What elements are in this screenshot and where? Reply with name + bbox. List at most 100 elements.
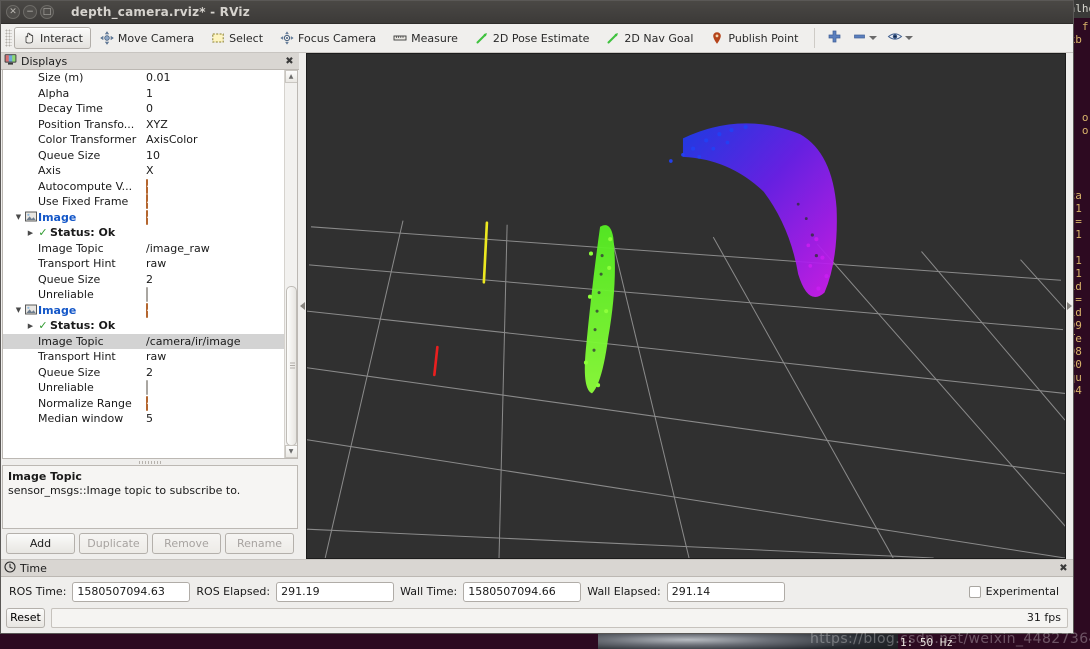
tool-2d-pose-estimate-label: 2D Pose Estimate xyxy=(492,31,590,45)
window-minimize-button[interactable]: − xyxy=(23,5,37,19)
display-property-row[interactable]: Image Topic/image_raw xyxy=(3,241,284,257)
display-property-row[interactable]: ▶ ✓ Status: Ok xyxy=(3,318,284,334)
display-property-row[interactable]: Use Fixed Frame xyxy=(3,194,284,210)
checkbox-checked-icon[interactable] xyxy=(146,178,148,194)
property-checkbox[interactable] xyxy=(146,380,148,396)
reset-button[interactable]: Reset xyxy=(6,607,45,628)
display-property-row[interactable]: Image Topic/camera/ir/image xyxy=(3,333,284,349)
tool-publish-point-button[interactable]: Publish Point xyxy=(702,27,806,49)
expand-collapse-down-icon[interactable]: ▼ xyxy=(13,306,24,314)
ros-elapsed-input[interactable] xyxy=(276,581,395,602)
property-value: /image_raw xyxy=(146,241,210,255)
tool-2d-pose-estimate-button[interactable]: 2D Pose Estimate xyxy=(467,27,598,49)
property-checkbox[interactable] xyxy=(146,178,148,194)
display-property-row[interactable]: Autocompute V... xyxy=(3,178,284,195)
experimental-toggle[interactable]: Experimental xyxy=(968,585,1065,598)
display-property-row[interactable]: Size (m) 0.01 xyxy=(3,70,284,86)
property-checkbox[interactable] xyxy=(146,194,148,210)
tool-move-camera-label: Move Camera xyxy=(117,31,195,45)
window-maximize-button[interactable]: □ xyxy=(40,5,54,19)
time-panel-close-icon[interactable]: ✖ xyxy=(1057,563,1070,574)
rviz-main-window: ✕ − □ depth_camera.rviz* - RViz Interact… xyxy=(0,0,1074,634)
property-checkbox[interactable] xyxy=(146,209,148,225)
display-property-row[interactable]: Alpha 1 xyxy=(3,86,284,102)
checkbox-checked-icon[interactable] xyxy=(146,395,148,411)
scroll-down-button[interactable]: ▼ xyxy=(284,445,297,458)
toolbar-drag-grip[interactable] xyxy=(5,29,12,47)
expand-collapse-right-icon[interactable]: ▶ xyxy=(25,322,36,330)
display-property-row[interactable]: Transport Hint raw xyxy=(3,256,284,272)
displays-panel-close-icon[interactable]: ✖ xyxy=(283,55,296,68)
property-name: Position Transfo... xyxy=(38,117,135,131)
display-property-row[interactable]: Unreliable xyxy=(3,287,284,303)
property-name: Image Topic xyxy=(38,334,104,348)
3d-render-view[interactable] xyxy=(306,53,1066,559)
tool-measure-button[interactable]: Measure xyxy=(385,27,466,49)
visibility-button[interactable] xyxy=(882,27,918,49)
remove-tool-button[interactable] xyxy=(847,27,882,49)
display-property-row[interactable]: Color Transformer AxisColor xyxy=(3,132,284,148)
ros-time-input[interactable] xyxy=(72,581,191,602)
toolbar-separator xyxy=(814,28,816,48)
description-title: Image Topic xyxy=(8,470,82,483)
property-name: Autocompute V... xyxy=(38,179,133,193)
display-property-row[interactable]: ▼ Image xyxy=(3,302,284,319)
ros-time-label: ROS Time: xyxy=(9,585,67,598)
display-property-row[interactable]: Transport Hint raw xyxy=(3,349,284,365)
wall-time-label: Wall Time: xyxy=(400,585,458,598)
add-display-button[interactable]: Add xyxy=(6,533,75,554)
property-value: 10 xyxy=(146,148,160,162)
property-checkbox[interactable] xyxy=(146,395,148,411)
property-checkbox[interactable] xyxy=(146,287,148,303)
tool-2d-nav-goal-button[interactable]: 2D Nav Goal xyxy=(598,27,701,49)
displays-tree[interactable]: Size (m) 0.01 Alpha 1 Decay Time 0 Position Tr… xyxy=(3,70,284,458)
checkbox-checked-icon[interactable] xyxy=(146,194,148,210)
display-property-row[interactable]: Unreliable xyxy=(3,380,284,396)
tool-publish-point-label: Publish Point xyxy=(728,31,799,45)
checkbox-checked-icon[interactable] xyxy=(146,209,148,225)
eye-icon xyxy=(887,29,903,47)
display-property-row[interactable]: Median window 5 xyxy=(3,411,284,427)
displays-action-buttons: Add Duplicate Remove Rename xyxy=(1,529,299,559)
experimental-checkbox[interactable] xyxy=(968,585,981,598)
window-titlebar: ✕ − □ depth_camera.rviz* - RViz xyxy=(1,1,1073,24)
property-name: Queue Size xyxy=(38,365,101,379)
checkbox-unchecked-icon[interactable] xyxy=(146,380,148,396)
remove-display-button[interactable]: Remove xyxy=(152,533,221,554)
tool-interact-label: Interact xyxy=(40,31,83,45)
wall-elapsed-input[interactable] xyxy=(666,581,785,602)
remove-tool-chevron-down-icon[interactable] xyxy=(869,36,878,40)
duplicate-display-button[interactable]: Duplicate xyxy=(79,533,148,554)
checkbox-checked-icon[interactable] xyxy=(146,302,148,318)
tool-move-camera-button[interactable]: Move Camera xyxy=(92,27,202,49)
display-property-row[interactable]: Position Transfo... XYZ xyxy=(3,117,284,133)
tool-select-button[interactable]: Select xyxy=(203,27,271,49)
tool-focus-camera-button[interactable]: Focus Camera xyxy=(272,27,384,49)
scroll-up-button[interactable]: ▲ xyxy=(284,70,297,83)
property-value: raw xyxy=(146,257,167,271)
visibility-chevron-down-icon[interactable] xyxy=(905,36,914,40)
display-property-row[interactable]: Queue Size 10 xyxy=(3,148,284,164)
wall-time-input[interactable] xyxy=(463,581,582,602)
display-property-row[interactable]: ▶ ✓ Status: Ok xyxy=(3,225,284,241)
left-panel-collapse-handle[interactable] xyxy=(299,53,306,559)
display-property-row[interactable]: Queue Size 2 xyxy=(3,272,284,288)
checkbox-unchecked-icon[interactable] xyxy=(146,287,148,303)
right-panel-collapse-handle[interactable] xyxy=(1066,53,1073,559)
expand-collapse-down-icon[interactable]: ▼ xyxy=(13,213,24,221)
display-property-row[interactable]: Queue Size 2 xyxy=(3,365,284,381)
displays-scrollbar[interactable]: ▲ ▼ xyxy=(284,70,297,458)
move-camera-icon xyxy=(100,31,114,45)
window-close-button[interactable]: ✕ xyxy=(6,5,20,19)
map-pin-icon xyxy=(710,31,724,45)
scrollbar-thumb[interactable] xyxy=(286,286,297,446)
tool-interact-button[interactable]: Interact xyxy=(14,27,91,49)
display-property-row[interactable]: Normalize Range xyxy=(3,395,284,412)
display-property-row[interactable]: ▼ Image xyxy=(3,209,284,226)
expand-collapse-right-icon[interactable]: ▶ xyxy=(25,229,36,237)
display-property-row[interactable]: Decay Time 0 xyxy=(3,101,284,117)
property-checkbox[interactable] xyxy=(146,302,148,318)
rename-display-button[interactable]: Rename xyxy=(225,533,294,554)
display-property-row[interactable]: Axis X xyxy=(3,163,284,179)
add-tool-button[interactable] xyxy=(822,27,847,49)
